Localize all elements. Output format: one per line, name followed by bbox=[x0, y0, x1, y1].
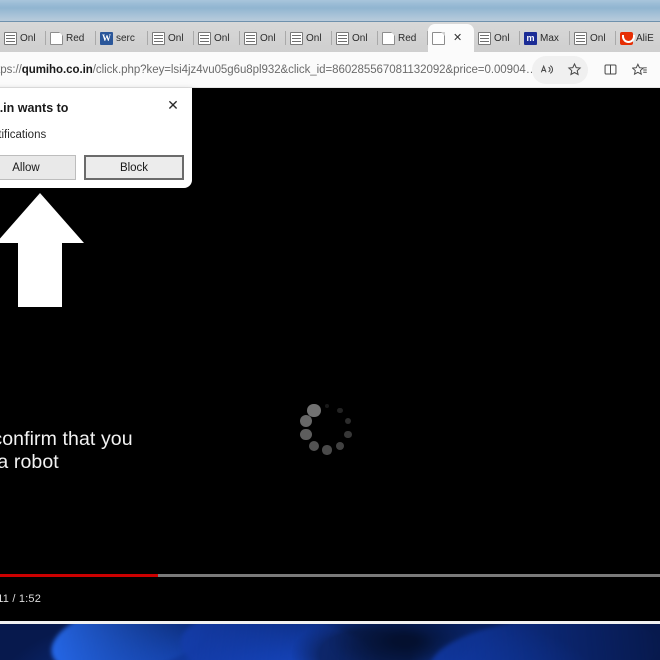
spinner-dot bbox=[335, 441, 345, 450]
browser-tab[interactable]: Onl bbox=[194, 24, 240, 52]
spinner-dot bbox=[344, 431, 352, 439]
spinner-dot bbox=[299, 415, 313, 428]
lines-icon bbox=[290, 31, 303, 45]
browser-tab[interactable]: Onl bbox=[240, 24, 286, 52]
instruction-line-1: v" to confirm that you bbox=[0, 428, 133, 450]
browser-tab[interactable]: Onl bbox=[570, 24, 616, 52]
spinner-dot bbox=[324, 403, 330, 409]
spinner-dot bbox=[344, 418, 352, 425]
browser-tab-label: serc bbox=[116, 32, 135, 44]
title-bar-highlight bbox=[0, 0, 660, 8]
url-input[interactable]: ttps://qumiho.co.in/click.php?key=lsi4jz… bbox=[0, 57, 532, 83]
up-arrow-icon bbox=[0, 191, 86, 309]
browser-tab-label: Onl bbox=[352, 32, 368, 44]
lines-icon bbox=[336, 31, 349, 45]
browser-tab[interactable]: Onl bbox=[286, 24, 332, 52]
lines-icon bbox=[198, 31, 211, 45]
collections-icon[interactable] bbox=[626, 56, 654, 84]
window-bottom-edge bbox=[0, 621, 660, 624]
block-button[interactable]: Block bbox=[84, 155, 184, 180]
browser-tab[interactable]: m Max bbox=[520, 24, 570, 52]
browser-tab-label: Red bbox=[66, 32, 85, 44]
browser-tab-label: Onl bbox=[306, 32, 322, 44]
desktop-wallpaper bbox=[0, 624, 660, 660]
lines-icon bbox=[152, 31, 165, 45]
video-played-bar bbox=[0, 574, 159, 577]
browser-tab[interactable]: Red bbox=[378, 24, 428, 52]
browser-title-bar[interactable] bbox=[0, 0, 660, 22]
tab-close-icon[interactable]: ✕ bbox=[451, 32, 464, 44]
browser-tab[interactable]: Onl bbox=[332, 24, 378, 52]
screen: Onl Red Wserc Onl Onl Onl Onl Onl Red ✕ Onl m Max Onl… bbox=[0, 0, 660, 660]
permission-dialog-title: o.co.in wants to bbox=[0, 101, 69, 115]
url-path: /click.php?key=lsi4jz4vu05g6u8pl932&clic… bbox=[92, 63, 532, 76]
lines-icon bbox=[4, 31, 17, 45]
close-icon[interactable]: ✕ bbox=[164, 96, 182, 114]
video-time-display: :11 / 1:52 bbox=[0, 593, 42, 605]
browser-tab[interactable]: Onl bbox=[0, 24, 46, 52]
browser-tab[interactable]: Onl bbox=[148, 24, 194, 52]
address-bar: ttps://qumiho.co.in/click.php?key=lsi4jz… bbox=[0, 52, 660, 88]
robot-instruction-text: v" to confirm that you e not a robot bbox=[0, 428, 133, 474]
browser-tab[interactable]: Red bbox=[46, 24, 96, 52]
spinner-dot bbox=[307, 403, 321, 417]
lines-icon bbox=[244, 31, 257, 45]
browser-tab[interactable]: Wserc bbox=[96, 24, 148, 52]
notification-permission-dialog[interactable]: o.co.in wants to w notifications ✕ Allow… bbox=[0, 88, 192, 188]
split-screen-icon[interactable] bbox=[596, 56, 624, 84]
browser-tab-label: Onl bbox=[20, 32, 36, 44]
browser-tab-label: Red bbox=[398, 32, 417, 44]
document-icon bbox=[432, 31, 445, 45]
permission-dialog-actions: Allow Block bbox=[0, 155, 184, 180]
document-icon bbox=[50, 31, 63, 45]
lines-icon bbox=[574, 31, 587, 45]
url-text: ttps://qumiho.co.in/click.php?key=lsi4jz… bbox=[0, 64, 532, 76]
browser-tab[interactable]: ✕ bbox=[428, 24, 474, 52]
loading-spinner bbox=[299, 400, 355, 456]
browser-tab-label: Max bbox=[540, 32, 559, 44]
video-progress-bar[interactable] bbox=[0, 574, 660, 577]
browser-tab-label: AliE bbox=[636, 32, 654, 44]
aliexpress-icon bbox=[620, 31, 635, 45]
browser-tab-label: Onl bbox=[494, 32, 510, 44]
browser-tab-label: Onl bbox=[260, 32, 276, 44]
word-w-icon: W bbox=[100, 31, 113, 45]
lines-icon bbox=[478, 31, 491, 45]
spinner-dot bbox=[308, 440, 320, 451]
favorite-star-icon[interactable] bbox=[560, 56, 588, 84]
browser-tab-label: Onl bbox=[214, 32, 230, 44]
address-bar-action-group bbox=[532, 55, 588, 84]
spinner-dot bbox=[337, 407, 343, 413]
m-square-icon: m bbox=[524, 31, 537, 45]
spinner-dot bbox=[300, 429, 312, 441]
allow-button[interactable]: Allow bbox=[0, 155, 76, 180]
permission-dialog-subtitle: w notifications bbox=[0, 129, 47, 141]
url-scheme: ttps:// bbox=[0, 63, 22, 76]
browser-tab[interactable]: Onl bbox=[474, 24, 520, 52]
document-icon bbox=[382, 31, 395, 45]
browser-tab-label: Onl bbox=[590, 32, 606, 44]
browser-tab-label: Onl bbox=[168, 32, 184, 44]
spinner-dot bbox=[322, 445, 332, 455]
instruction-line-2: e not a robot bbox=[0, 450, 59, 473]
address-bar-actions bbox=[532, 55, 660, 84]
read-aloud-icon[interactable] bbox=[532, 56, 560, 84]
browser-tab[interactable]: AliE bbox=[616, 24, 660, 52]
url-domain: qumiho.co.in bbox=[21, 63, 93, 76]
tab-strip[interactable]: Onl Red Wserc Onl Onl Onl Onl Onl Red ✕ Onl m Max Onl… bbox=[0, 22, 660, 52]
